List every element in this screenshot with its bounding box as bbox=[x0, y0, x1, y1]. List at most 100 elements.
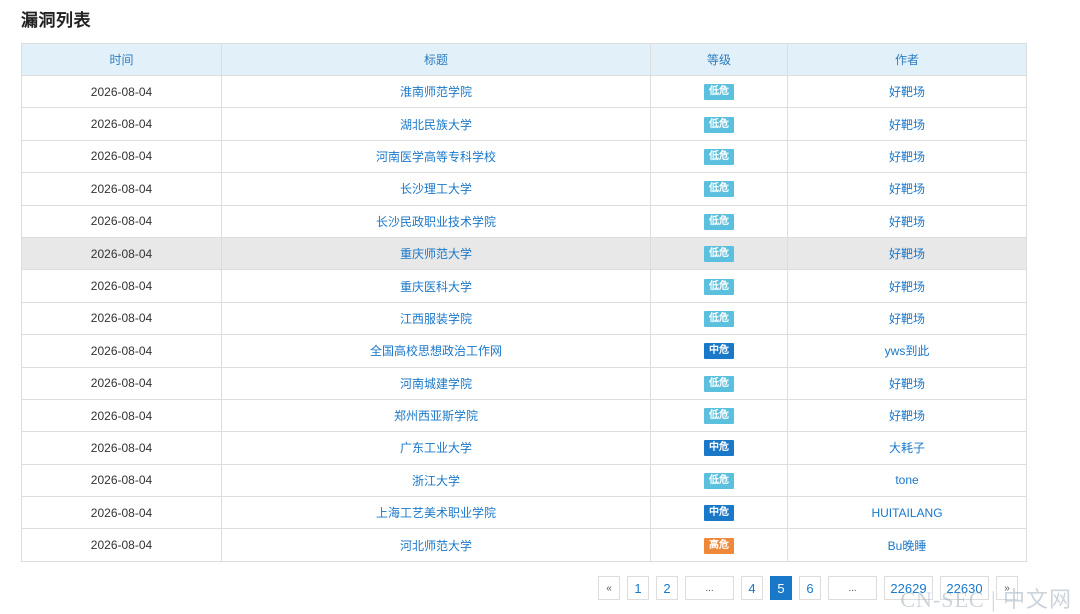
cell-time: 2026-08-04 bbox=[21, 107, 222, 141]
table-row[interactable]: 2026-08-04 江西服装学院 低危 好靶场 bbox=[21, 301, 1027, 336]
table-row[interactable]: 2026-08-04 广东工业大学 中危 大耗子 bbox=[21, 431, 1027, 465]
cell-author-link[interactable]: yws到此 bbox=[787, 334, 1027, 368]
table-row[interactable]: 2026-08-04 浙江大学 低危 tone bbox=[21, 463, 1027, 498]
column-header-author[interactable]: 作者 bbox=[787, 43, 1027, 76]
cell-title-link[interactable]: 河北师范大学 bbox=[221, 528, 651, 562]
cell-level: 中危 bbox=[650, 431, 788, 465]
level-badge: 低危 bbox=[704, 375, 734, 392]
cell-time: 2026-08-04 bbox=[21, 204, 222, 238]
watermark-logo: CN-SEC | 中文网 bbox=[900, 587, 1072, 612]
pagination-page-4[interactable]: 4 bbox=[741, 576, 763, 600]
cell-title-link[interactable]: 河南城建学院 bbox=[221, 366, 651, 400]
pagination-page-1[interactable]: 1 bbox=[627, 576, 649, 600]
cell-level: 高危 bbox=[650, 528, 788, 562]
table-row[interactable]: 2026-08-04 重庆医科大学 低危 好靶场 bbox=[21, 269, 1027, 303]
cell-author-link[interactable]: 好靶场 bbox=[787, 398, 1027, 433]
cell-time: 2026-08-04 bbox=[21, 301, 222, 336]
table-row[interactable]: 2026-08-04 长沙理工大学 低危 好靶场 bbox=[21, 172, 1027, 206]
cell-time: 2026-08-04 bbox=[21, 463, 222, 498]
cell-author-link[interactable]: 好靶场 bbox=[787, 107, 1027, 141]
cell-level: 低危 bbox=[650, 74, 788, 109]
cell-title-link[interactable]: 重庆师范大学 bbox=[221, 236, 651, 271]
table-row[interactable]: 2026-08-04 上海工艺美术职业学院 中危 HUITAILANG bbox=[21, 496, 1027, 530]
cell-level: 低危 bbox=[650, 107, 788, 141]
column-header-title[interactable]: 标题 bbox=[221, 43, 651, 76]
table-row[interactable]: 2026-08-04 河北师范大学 高危 Bu晚睡 bbox=[21, 528, 1027, 562]
cell-level: 低危 bbox=[650, 269, 788, 303]
level-badge: 低危 bbox=[704, 148, 734, 165]
level-badge: 低危 bbox=[704, 472, 734, 489]
cell-time: 2026-08-04 bbox=[21, 334, 222, 368]
cell-level: 低危 bbox=[650, 463, 788, 498]
cell-title-link[interactable]: 郑州西亚斯学院 bbox=[221, 398, 651, 433]
cell-time: 2026-08-04 bbox=[21, 139, 222, 174]
pagination-page-6[interactable]: 6 bbox=[799, 576, 821, 600]
level-badge: 中危 bbox=[704, 343, 734, 360]
cell-title-link[interactable]: 全国高校思想政治工作网 bbox=[221, 334, 651, 368]
pagination-ellipsis[interactable]: ... bbox=[828, 576, 877, 600]
cell-title-link[interactable]: 江西服装学院 bbox=[221, 301, 651, 336]
cell-author-link[interactable]: 好靶场 bbox=[787, 301, 1027, 336]
pagination-ellipsis[interactable]: ... bbox=[685, 576, 734, 600]
level-badge: 低危 bbox=[704, 408, 734, 425]
table-row[interactable]: 2026-08-04 淮南师范学院 低危 好靶场 bbox=[21, 74, 1027, 109]
level-badge: 中危 bbox=[704, 505, 734, 522]
table-row[interactable]: 2026-08-04 湖北民族大学 低危 好靶场 bbox=[21, 107, 1027, 141]
cell-time: 2026-08-04 bbox=[21, 398, 222, 433]
pagination-prev-button[interactable]: « bbox=[598, 576, 620, 600]
cell-author-link[interactable]: 好靶场 bbox=[787, 139, 1027, 174]
cell-time: 2026-08-04 bbox=[21, 431, 222, 465]
level-badge: 低危 bbox=[704, 310, 734, 327]
table-row[interactable]: 2026-08-04 长沙民政职业技术学院 低危 好靶场 bbox=[21, 204, 1027, 238]
table-row[interactable]: 2026-08-04 郑州西亚斯学院 低危 好靶场 bbox=[21, 398, 1027, 433]
cell-title-link[interactable]: 湖北民族大学 bbox=[221, 107, 651, 141]
table-row[interactable]: 2026-08-04 全国高校思想政治工作网 中危 yws到此 bbox=[21, 334, 1027, 368]
cell-author-link[interactable]: HUITAILANG bbox=[787, 496, 1027, 530]
pagination-page-5[interactable]: 5 bbox=[770, 576, 792, 600]
cell-title-link[interactable]: 淮南师范学院 bbox=[221, 74, 651, 109]
cell-level: 低危 bbox=[650, 204, 788, 238]
table-header-row: 时间 标题 等级 作者 bbox=[21, 43, 1027, 76]
cell-author-link[interactable]: 好靶场 bbox=[787, 74, 1027, 109]
cell-title-link[interactable]: 浙江大学 bbox=[221, 463, 651, 498]
cell-title-link[interactable]: 广东工业大学 bbox=[221, 431, 651, 465]
cell-time: 2026-08-04 bbox=[21, 236, 222, 271]
cell-level: 低危 bbox=[650, 139, 788, 174]
vuln-table: 时间 标题 等级 作者 2026-08-04 淮南师范学院 低危 好靶场 2026-08… bbox=[21, 43, 1027, 562]
cell-level: 中危 bbox=[650, 496, 788, 530]
cell-title-link[interactable]: 长沙理工大学 bbox=[221, 172, 651, 206]
table-row[interactable]: 2026-08-04 河南医学高等专科学校 低危 好靶场 bbox=[21, 139, 1027, 174]
cell-author-link[interactable]: tone bbox=[787, 463, 1027, 498]
cell-author-link[interactable]: 好靶场 bbox=[787, 204, 1027, 238]
cell-author-link[interactable]: 好靶场 bbox=[787, 236, 1027, 271]
column-header-level[interactable]: 等级 bbox=[650, 43, 788, 76]
table-row[interactable]: 2026-08-04 河南城建学院 低危 好靶场 bbox=[21, 366, 1027, 400]
cell-author-link[interactable]: 好靶场 bbox=[787, 366, 1027, 400]
cell-level: 中危 bbox=[650, 334, 788, 368]
cell-title-link[interactable]: 上海工艺美术职业学院 bbox=[221, 496, 651, 530]
cell-level: 低危 bbox=[650, 398, 788, 433]
level-badge: 低危 bbox=[704, 181, 734, 198]
column-header-time[interactable]: 时间 bbox=[21, 43, 222, 76]
cell-author-link[interactable]: 好靶场 bbox=[787, 269, 1027, 303]
level-badge: 低危 bbox=[704, 213, 734, 230]
level-badge: 中危 bbox=[704, 440, 734, 457]
cell-level: 低危 bbox=[650, 366, 788, 400]
pagination-page-2[interactable]: 2 bbox=[656, 576, 678, 600]
level-badge: 低危 bbox=[704, 246, 734, 263]
level-badge: 低危 bbox=[704, 116, 734, 133]
cell-time: 2026-08-04 bbox=[21, 172, 222, 206]
level-badge: 高危 bbox=[704, 537, 734, 554]
cell-author-link[interactable]: Bu晚睡 bbox=[787, 528, 1027, 562]
cell-level: 低危 bbox=[650, 301, 788, 336]
cell-title-link[interactable]: 长沙民政职业技术学院 bbox=[221, 204, 651, 238]
cell-title-link[interactable]: 重庆医科大学 bbox=[221, 269, 651, 303]
cell-time: 2026-08-04 bbox=[21, 269, 222, 303]
cell-title-link[interactable]: 河南医学高等专科学校 bbox=[221, 139, 651, 174]
cell-author-link[interactable]: 大耗子 bbox=[787, 431, 1027, 465]
vuln-list-page: 漏洞列表 时间 标题 等级 作者 2026-08-04 淮南师范学院 低危 好靶场 20… bbox=[0, 0, 1080, 614]
cell-time: 2026-08-04 bbox=[21, 528, 222, 562]
level-badge: 低危 bbox=[704, 278, 734, 295]
table-row[interactable]: 2026-08-04 重庆师范大学 低危 好靶场 bbox=[21, 236, 1027, 271]
cell-author-link[interactable]: 好靶场 bbox=[787, 172, 1027, 206]
